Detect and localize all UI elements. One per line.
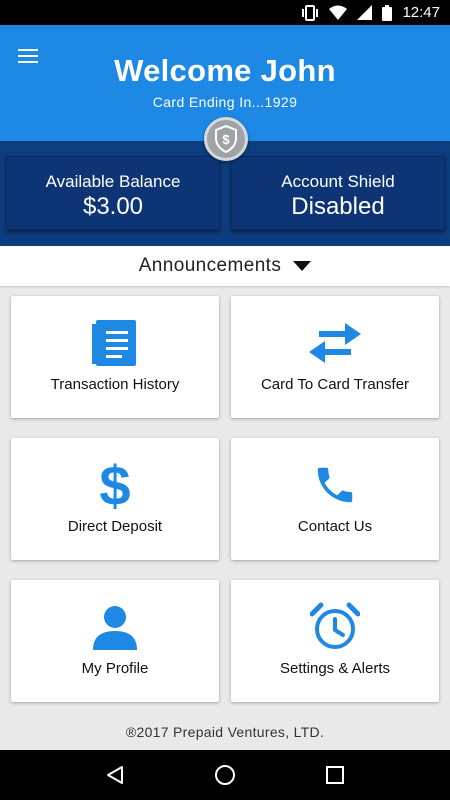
svg-text:$: $: [222, 132, 230, 147]
phone-icon: [231, 460, 439, 510]
available-balance-label: Available Balance: [45, 172, 181, 191]
shield-dollar-icon: $: [204, 117, 248, 161]
person-icon: [11, 602, 219, 652]
tile-label: Settings & Alerts: [279, 660, 391, 677]
welcome-title: Welcome John: [114, 53, 336, 88]
tile-direct-deposit[interactable]: $ Direct Deposit: [11, 438, 219, 560]
alarm-clock-icon: [231, 602, 439, 652]
system-nav-bar: [0, 750, 450, 800]
caret-down-icon: [293, 261, 312, 271]
tile-transaction-history[interactable]: Transaction History: [11, 296, 219, 418]
svg-text:$: $: [99, 458, 130, 512]
announcements-label: Announcements: [138, 255, 282, 276]
available-balance-value: $3.00: [82, 193, 144, 220]
tile-label: Direct Deposit: [67, 518, 163, 535]
document-icon: [11, 318, 219, 368]
copyright-text: ®2017 Prepaid Ventures, LTD.: [125, 724, 325, 740]
home-button[interactable]: [205, 755, 245, 795]
tile-label: Card To Card Transfer: [260, 376, 410, 393]
dollar-icon: $: [11, 458, 219, 512]
account-shield-label: Account Shield: [281, 172, 395, 191]
home-circle-icon: [215, 765, 235, 785]
account-shield-value: Disabled: [291, 193, 385, 220]
announcements-toggle[interactable]: Announcements: [0, 246, 450, 286]
status-time: 12:47: [402, 4, 440, 21]
cell-signal-icon: [357, 5, 373, 20]
tile-card-to-card-transfer[interactable]: Card To Card Transfer: [231, 296, 439, 418]
tile-settings-alerts[interactable]: Settings & Alerts: [231, 580, 439, 702]
transfer-arrows-icon: [231, 318, 439, 368]
back-triangle-icon: [107, 766, 123, 784]
tile-contact-us[interactable]: Contact Us: [231, 438, 439, 560]
tile-my-profile[interactable]: My Profile: [11, 580, 219, 702]
recents-button[interactable]: [315, 755, 355, 795]
status-bar: 12:47: [0, 0, 450, 25]
vibrate-icon: [302, 4, 319, 21]
battery-icon: [382, 4, 393, 21]
tile-label: Contact Us: [297, 518, 373, 535]
back-button[interactable]: [95, 755, 135, 795]
tile-label: My Profile: [81, 660, 149, 677]
tile-label: Transaction History: [50, 376, 180, 393]
wifi-icon: [329, 5, 348, 20]
recents-square-icon: [326, 766, 344, 784]
card-ending-text: Card Ending In...1929: [152, 94, 298, 110]
available-balance-card[interactable]: Available Balance $3.00: [6, 156, 220, 230]
account-shield-card[interactable]: Account Shield Disabled: [231, 156, 445, 230]
